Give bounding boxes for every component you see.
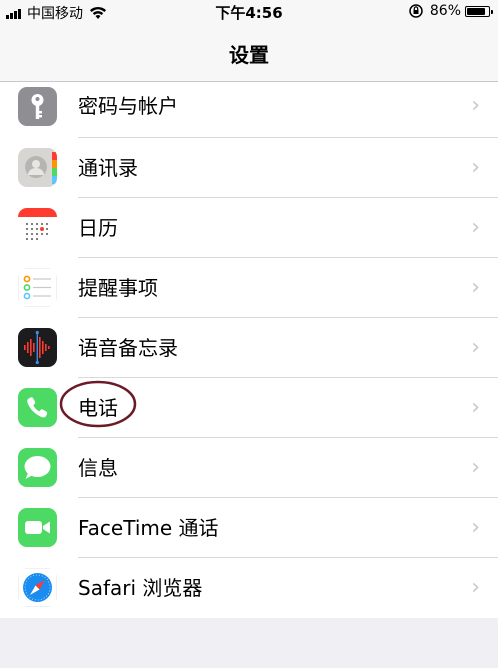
- settings-row-label: 密码与帐户: [78, 94, 178, 118]
- page-title: 设置: [229, 43, 269, 67]
- settings-row-calendar[interactable]: 日历 ›: [0, 198, 498, 258]
- settings-row-label: 语音备忘录: [78, 336, 178, 360]
- settings-row-label: 提醒事项: [78, 276, 158, 300]
- safari-icon: [18, 568, 57, 607]
- nav-bar: 设置: [0, 22, 498, 82]
- chevron-right-icon: ›: [471, 455, 480, 480]
- reminders-icon: [18, 268, 57, 307]
- voice-memos-icon: [18, 328, 57, 367]
- orientation-lock-icon: [409, 4, 423, 18]
- phone-icon: [18, 388, 57, 427]
- chevron-right-icon: ›: [471, 93, 480, 118]
- key-icon: [18, 87, 57, 126]
- settings-row-messages[interactable]: 信息 ›: [0, 438, 498, 498]
- chevron-right-icon: ›: [471, 215, 480, 240]
- settings-list: 密码与帐户 › 通讯录 › 日历 › 提醒事项 › 语音备忘录 › 电话 › 信…: [0, 82, 498, 618]
- chevron-right-icon: ›: [471, 515, 480, 540]
- settings-row-label: 信息: [78, 456, 118, 480]
- settings-row-label: 通讯录: [78, 156, 138, 180]
- contacts-icon: [18, 148, 57, 187]
- battery-percent: 86%: [429, 3, 461, 19]
- facetime-icon: [18, 508, 57, 547]
- settings-row-voice-memos[interactable]: 语音备忘录 ›: [0, 318, 498, 378]
- settings-row-label: Safari 浏览器: [78, 576, 203, 600]
- settings-row-passwords[interactable]: 密码与帐户 ›: [0, 82, 498, 138]
- settings-row-facetime[interactable]: FaceTime 通话 ›: [0, 498, 498, 558]
- chevron-right-icon: ›: [471, 395, 480, 420]
- status-bar: 中国移动 下午4:56 86%: [0, 0, 498, 22]
- chevron-right-icon: ›: [471, 335, 480, 360]
- annotation-circle: [59, 380, 137, 428]
- messages-icon: [18, 448, 57, 487]
- settings-row-label: FaceTime 通话: [78, 516, 219, 540]
- battery-icon: [465, 5, 493, 17]
- chevron-right-icon: ›: [471, 275, 480, 300]
- settings-row-reminders[interactable]: 提醒事项 ›: [0, 258, 498, 318]
- settings-row-label: 日历: [78, 216, 118, 240]
- chevron-right-icon: ›: [471, 575, 480, 600]
- settings-row-contacts[interactable]: 通讯录 ›: [0, 138, 498, 198]
- status-right: 86%: [408, 3, 493, 19]
- battery-fill: [467, 7, 486, 15]
- settings-row-safari[interactable]: Safari 浏览器 ›: [0, 558, 498, 618]
- calendar-icon: [18, 208, 57, 247]
- chevron-right-icon: ›: [471, 155, 480, 180]
